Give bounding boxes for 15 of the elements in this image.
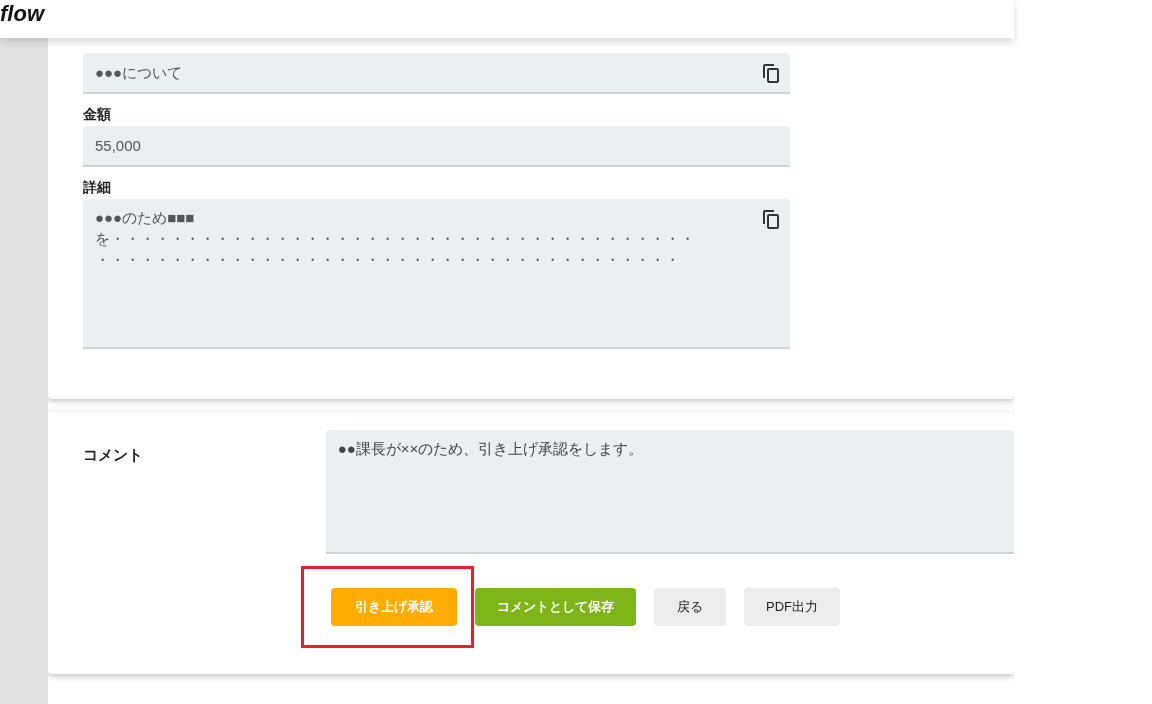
logo: flow [0,0,44,28]
field-label: 詳細 [83,179,112,195]
action-button[interactable]: PDF出力 [744,588,840,626]
text-line: ●●●のため■■■ [95,208,195,228]
copy-icon[interactable] [762,209,780,230]
comment-field[interactable]: ●●課長が××のため、引き上げ承認をします。 [325,430,1014,554]
copy-icon[interactable] [762,63,780,84]
text-area[interactable]: ●●●のため■■■ を・・・・・・・・・・・・・・・・・・・・・・・・・・・・・・・・・・・・・・・ ・・・・・・・・・・・・・・・・・・・・・・・・・・・・・・・・・・・・・・・ [83,199,790,349]
field-label: 金額 [83,106,112,122]
input-field[interactable]: 55,000 [83,126,790,167]
input-field[interactable]: ●●●について [83,53,790,94]
text-line: を・・・・・・・・・・・・・・・・・・・・・・・・・・・・・・・・・・・・・・・ [95,229,695,249]
comment-label: コメント [83,445,144,465]
action-button[interactable]: 戻る [654,588,726,626]
text-line: ・・・・・・・・・・・・・・・・・・・・・・・・・・・・・・・・・・・・・・・ [95,250,680,270]
